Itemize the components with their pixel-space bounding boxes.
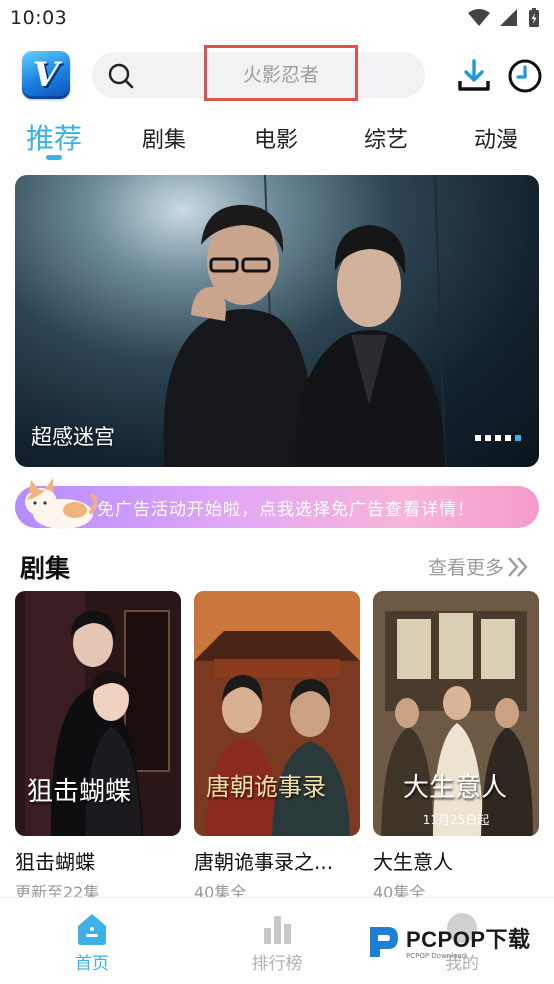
status-icons bbox=[468, 8, 540, 28]
banner-pagination bbox=[475, 435, 521, 441]
tab-series[interactable]: 剧集 bbox=[142, 122, 186, 154]
nav-ranking[interactable]: 排行榜 bbox=[232, 912, 322, 974]
banner-dot[interactable] bbox=[485, 435, 491, 441]
category-tabs: 推荐 剧集 电影 综艺 动漫 bbox=[0, 112, 554, 162]
search-bar[interactable]: 火影忍者 bbox=[92, 45, 425, 101]
search-placeholder: 火影忍者 bbox=[242, 63, 319, 86]
signal-icon bbox=[500, 9, 517, 26]
hero-banner[interactable]: 超感迷宫 bbox=[15, 175, 539, 467]
battery-icon bbox=[529, 8, 539, 27]
ad-free-promo-banner[interactable]: 免广告活动开始啦，点我选择免广告查看详情！ bbox=[15, 478, 539, 529]
poster-date-text: 11月25日起 bbox=[422, 813, 490, 827]
tab-recommend[interactable]: 推荐 bbox=[26, 117, 82, 157]
poster-title-text: 大生意人 bbox=[403, 773, 508, 803]
app-logo[interactable]: V bbox=[22, 51, 70, 99]
card-title: 狙击蝴蝶 bbox=[15, 850, 95, 874]
nav-label: 排行榜 bbox=[251, 954, 303, 974]
series-card[interactable]: 唐朝诡事录 唐朝诡事录之... 40集全 bbox=[194, 591, 360, 903]
series-poster[interactable]: 大生意人 11月25日起 bbox=[373, 591, 539, 836]
wifi-icon bbox=[468, 9, 490, 26]
home-icon bbox=[78, 914, 106, 945]
status-bar: 10:03 bbox=[0, 0, 554, 40]
tab-movies[interactable]: 电影 bbox=[254, 122, 298, 154]
see-more-label: 查看更多 bbox=[428, 557, 505, 579]
nav-home[interactable]: 首页 bbox=[47, 912, 137, 974]
cat-mascot-icon bbox=[25, 478, 97, 529]
chart-bars-icon bbox=[264, 916, 291, 944]
watermark-main: PCPOP下载 bbox=[406, 927, 531, 952]
card-title: 唐朝诡事录之... bbox=[194, 850, 334, 874]
history-clock-icon[interactable] bbox=[507, 58, 543, 94]
watermark: PCPOP下载 PCPOP Download bbox=[366, 916, 538, 966]
see-more-link[interactable]: 查看更多 bbox=[428, 553, 530, 580]
card-title: 大生意人 bbox=[373, 850, 453, 874]
series-poster[interactable]: 狙击蝴蝶 bbox=[15, 591, 181, 836]
watermark-text: PCPOP下载 PCPOP Download bbox=[406, 922, 531, 960]
banner-title: 超感迷宫 bbox=[31, 425, 115, 449]
search-icon bbox=[108, 63, 134, 89]
banner-dot[interactable] bbox=[495, 435, 501, 441]
tab-variety[interactable]: 综艺 bbox=[364, 122, 408, 154]
series-card[interactable]: 大生意人 11月25日起 大生意人 40集全 bbox=[373, 591, 539, 903]
search-highlight-frame: 火影忍者 bbox=[204, 45, 358, 101]
app-logo-letter: V bbox=[32, 55, 60, 95]
status-time: 10:03 bbox=[10, 7, 68, 29]
pcpop-logo-icon bbox=[370, 927, 398, 957]
tab-active-indicator bbox=[46, 155, 62, 160]
poster-title-text: 狙击蝴蝶 bbox=[27, 777, 132, 807]
section-title: 剧集 bbox=[20, 554, 71, 583]
banner-dot[interactable] bbox=[475, 435, 481, 441]
download-icon[interactable] bbox=[456, 59, 492, 93]
promo-text: 免广告活动开始啦，点我选择免广告查看详情！ bbox=[97, 500, 475, 520]
series-poster[interactable]: 唐朝诡事录 bbox=[194, 591, 360, 836]
nav-label: 首页 bbox=[75, 954, 109, 974]
series-card[interactable]: 狙击蝴蝶 狙击蝴蝶 更新至22集 bbox=[15, 591, 181, 903]
poster-title-text: 唐朝诡事录 bbox=[206, 773, 326, 801]
banner-dot-active[interactable] bbox=[515, 435, 521, 441]
double-chevron-right-icon bbox=[508, 556, 528, 577]
tab-anime[interactable]: 动漫 bbox=[474, 122, 518, 154]
banner-dot[interactable] bbox=[505, 435, 511, 441]
